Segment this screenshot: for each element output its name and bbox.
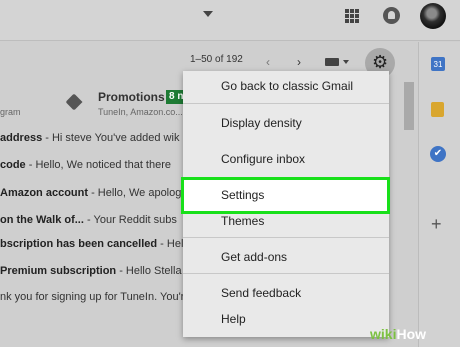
next-page-icon[interactable]: › [297, 55, 301, 69]
pagination-text: 1–50 of 192 [190, 54, 243, 65]
apps-grid-icon[interactable] [345, 9, 359, 23]
email-snippet: - Hel [157, 238, 184, 250]
email-snippet: - Hello, We noticed that there [25, 159, 172, 171]
menu-item-display-density[interactable]: Display density [221, 116, 302, 130]
email-subject: bscription has been cancelled [0, 238, 158, 250]
scrollbar[interactable] [404, 82, 414, 130]
menu-item-settings[interactable]: Settings [221, 188, 264, 202]
email-snippet: - Hello, We apologi [88, 187, 184, 199]
side-panel: 31 ✔ + [418, 42, 460, 347]
settings-highlight[interactable] [181, 177, 390, 214]
tab-snippet: gram [0, 107, 21, 117]
email-subject: Amazon account [0, 187, 89, 199]
keyboard-icon[interactable] [325, 58, 339, 66]
email-row[interactable]: code - Hello, We noticed that there [0, 152, 200, 178]
menu-item-get-addons[interactable]: Get add-ons [221, 250, 287, 264]
caret-down-icon[interactable] [203, 11, 213, 17]
email-row[interactable]: address - Hi steve You've added wik [0, 125, 200, 151]
tab-promotions-senders: TuneIn, Amazon.co... [98, 107, 183, 117]
menu-item-help[interactable]: Help [221, 312, 246, 326]
email-subject: address [0, 132, 43, 144]
menu-divider [183, 273, 389, 274]
email-row[interactable]: Premium subscription - Hello Stella [0, 258, 200, 284]
email-row[interactable]: Amazon account - Hello, We apologi [0, 180, 200, 206]
wikihow-watermark: wikiHow [370, 326, 427, 342]
email-row[interactable]: on the Walk of... - Your Reddit subs [0, 207, 200, 233]
tab-promotions[interactable]: Promotions [98, 90, 165, 104]
email-snippet: - Your Reddit subs [83, 214, 177, 226]
tag-icon [65, 93, 83, 111]
email-snippet: - Hello Stella [116, 265, 182, 277]
email-subject: Premium subscription [0, 265, 117, 277]
keep-icon[interactable] [431, 102, 444, 117]
menu-divider [183, 103, 389, 104]
input-tools-caret-icon[interactable] [343, 60, 349, 64]
avatar[interactable] [420, 3, 446, 29]
gear-icon: ⚙ [372, 52, 389, 72]
add-addon-icon[interactable]: + [431, 215, 442, 233]
email-snippet: - Hi steve You've added wik [42, 132, 180, 144]
prev-page-icon[interactable]: ‹ [266, 55, 270, 69]
bell-icon[interactable] [383, 7, 400, 24]
tasks-icon[interactable]: ✔ [430, 146, 446, 162]
email-subject: on the Walk of... [0, 214, 84, 226]
menu-divider [183, 237, 389, 238]
email-subject: code [0, 159, 26, 171]
menu-item-classic-gmail[interactable]: Go back to classic Gmail [221, 79, 353, 93]
calendar-icon[interactable]: 31 [431, 57, 445, 71]
menu-item-send-feedback[interactable]: Send feedback [221, 286, 301, 300]
email-row[interactable]: nk you for signing up for TuneIn. You're… [0, 284, 200, 310]
gmail-window: 1–50 of 192 ‹ › ⚙ 31 ✔ + gram Promotions… [0, 0, 460, 347]
email-row[interactable]: bscription has been cancelled - Hel [0, 231, 200, 257]
menu-item-configure-inbox[interactable]: Configure inbox [221, 152, 305, 166]
menu-item-themes[interactable]: Themes [221, 214, 264, 228]
email-snippet: nk you for signing up for TuneIn. You're… [0, 291, 200, 303]
top-bar [0, 0, 460, 41]
